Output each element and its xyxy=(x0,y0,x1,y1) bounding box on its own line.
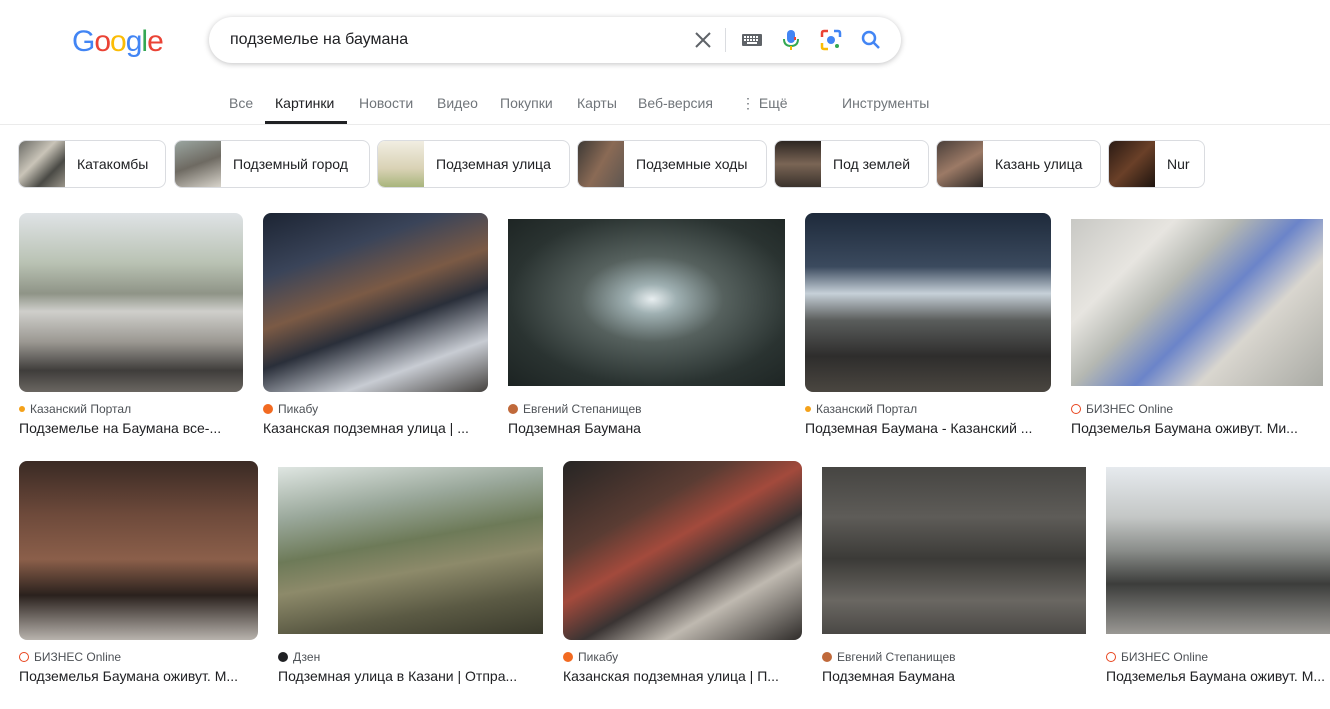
result-title[interactable]: Подземелья Баумана оживут. М... xyxy=(19,668,258,684)
chip-underground-passages[interactable]: Подземные ходы xyxy=(577,140,767,188)
keyboard-icon[interactable] xyxy=(740,28,764,52)
image-result[interactable]: Евгений Степанищев Подземная Баумана xyxy=(508,219,785,436)
tab-images[interactable]: Картинки xyxy=(275,95,334,111)
site-favicon xyxy=(805,406,811,412)
result-title[interactable]: Подземная Баумана - Казанский ... xyxy=(805,420,1051,436)
search-divider xyxy=(725,28,726,52)
logo-letter: G xyxy=(72,25,95,58)
chip-label: Катакомбы xyxy=(77,156,149,172)
result-source[interactable]: БИЗНЕС Online xyxy=(1106,650,1208,664)
result-image[interactable] xyxy=(19,213,243,392)
result-image[interactable] xyxy=(278,467,543,634)
result-title[interactable]: Подземелья Баумана оживут. Ми... xyxy=(1071,420,1323,436)
tab-videos[interactable]: Видео xyxy=(437,95,478,111)
chip-under-ground[interactable]: Под землей xyxy=(774,140,929,188)
image-result[interactable]: БИЗНЕС Online Подземелья Баумана оживут.… xyxy=(19,461,258,684)
chip-underground-street[interactable]: Подземная улица xyxy=(377,140,570,188)
result-source[interactable]: Дзен xyxy=(278,650,320,664)
chip-thumbnail xyxy=(1109,141,1155,187)
tab-web[interactable]: Веб-версия xyxy=(638,95,713,111)
site-favicon xyxy=(563,652,573,662)
chip-label: Подземный город xyxy=(233,156,348,172)
result-title[interactable]: Казанская подземная улица | ... xyxy=(263,420,488,436)
logo-letter: o xyxy=(110,25,127,58)
result-title[interactable]: Подземелье на Баумана все-... xyxy=(19,420,243,436)
camera-lens-icon[interactable] xyxy=(819,28,843,52)
result-image[interactable] xyxy=(822,467,1086,634)
result-title[interactable]: Казанская подземная улица | П... xyxy=(563,668,802,684)
google-logo[interactable]: Google xyxy=(72,25,164,59)
site-favicon xyxy=(508,404,518,414)
result-title[interactable]: Подземная Баумана xyxy=(822,668,1086,684)
result-image[interactable] xyxy=(19,461,258,640)
image-result[interactable]: Евгений Степанищев Подземная Баумана xyxy=(822,467,1086,684)
result-source[interactable]: БИЗНЕС Online xyxy=(1071,402,1173,416)
chip-thumbnail xyxy=(19,141,65,187)
result-source[interactable]: Казанский Портал xyxy=(19,402,131,416)
result-image[interactable] xyxy=(563,461,802,640)
image-result[interactable]: Пикабу Казанская подземная улица | П... xyxy=(563,461,802,684)
site-favicon xyxy=(19,406,25,412)
search-icon[interactable] xyxy=(859,28,883,52)
chip-thumbnail xyxy=(578,141,624,187)
site-favicon xyxy=(263,404,273,414)
site-favicon xyxy=(278,652,288,662)
logo-letter: g xyxy=(125,25,143,58)
result-title[interactable]: Подземелья Баумана оживут. М... xyxy=(1106,668,1326,684)
result-source[interactable]: БИЗНЕС Online xyxy=(19,650,121,664)
tab-shopping[interactable]: Покупки xyxy=(500,95,553,111)
image-result[interactable]: Пикабу Казанская подземная улица | ... xyxy=(263,213,488,436)
chip-label: Nur xyxy=(1167,156,1190,172)
microphone-icon[interactable] xyxy=(779,28,803,52)
image-result[interactable]: Казанский Портал Подземная Баумана - Каз… xyxy=(805,213,1051,436)
result-image[interactable] xyxy=(1071,219,1323,386)
search-input[interactable]: подземелье на баумана xyxy=(230,31,408,49)
result-source[interactable]: Евгений Степанищев xyxy=(508,402,642,416)
chip-catacombs[interactable]: Катакомбы xyxy=(18,140,166,188)
image-result[interactable]: Казанский Портал Подземелье на Баумана в… xyxy=(19,213,243,436)
tab-news[interactable]: Новости xyxy=(359,95,413,111)
chip-label: Под землей xyxy=(833,156,911,172)
result-image[interactable] xyxy=(508,219,785,386)
result-image[interactable] xyxy=(1106,467,1330,634)
result-source[interactable]: Казанский Портал xyxy=(805,402,917,416)
result-title[interactable]: Подземная улица в Казани | Отпра... xyxy=(278,668,543,684)
active-tab-indicator xyxy=(265,121,347,124)
chip-label: Казань улица xyxy=(995,156,1083,172)
search-box[interactable]: подземелье на баумана xyxy=(209,17,901,63)
tab-more[interactable]: ⋮ Ещё xyxy=(741,95,788,112)
chip-underground-city[interactable]: Подземный город xyxy=(174,140,370,188)
chip-thumbnail xyxy=(175,141,221,187)
tab-maps[interactable]: Карты xyxy=(577,95,617,111)
chip-thumbnail xyxy=(937,141,983,187)
result-source[interactable]: Евгений Степанищев xyxy=(822,650,956,664)
result-source[interactable]: Пикабу xyxy=(263,402,318,416)
site-favicon xyxy=(822,652,832,662)
result-source[interactable]: Пикабу xyxy=(563,650,618,664)
tab-tools[interactable]: Инструменты xyxy=(842,95,929,111)
close-icon[interactable] xyxy=(691,28,715,52)
tab-all[interactable]: Все xyxy=(229,95,253,111)
chip-label: Подземная улица xyxy=(436,156,551,172)
logo-letter: o xyxy=(94,25,111,58)
search-tabs: Все Картинки Новости Видео Покупки Карты… xyxy=(0,84,1330,125)
chip-label: Подземные ходы xyxy=(636,156,748,172)
chip-kazan-street[interactable]: Казань улица xyxy=(936,140,1101,188)
image-result[interactable]: БИЗНЕС Online Подземелья Баумана оживут.… xyxy=(1106,467,1330,684)
chip-thumbnail xyxy=(378,141,424,187)
chip-thumbnail xyxy=(775,141,821,187)
site-favicon xyxy=(1071,404,1081,414)
site-favicon xyxy=(19,652,29,662)
result-title[interactable]: Подземная Баумана xyxy=(508,420,785,436)
result-image[interactable] xyxy=(805,213,1051,392)
image-result[interactable]: БИЗНЕС Online Подземелья Баумана оживут.… xyxy=(1071,219,1323,436)
result-image[interactable] xyxy=(263,213,488,392)
image-result[interactable]: Дзен Подземная улица в Казани | Отпра... xyxy=(278,467,543,684)
logo-letter: e xyxy=(147,25,164,58)
chip-nur[interactable]: Nur xyxy=(1108,140,1205,188)
site-favicon xyxy=(1106,652,1116,662)
